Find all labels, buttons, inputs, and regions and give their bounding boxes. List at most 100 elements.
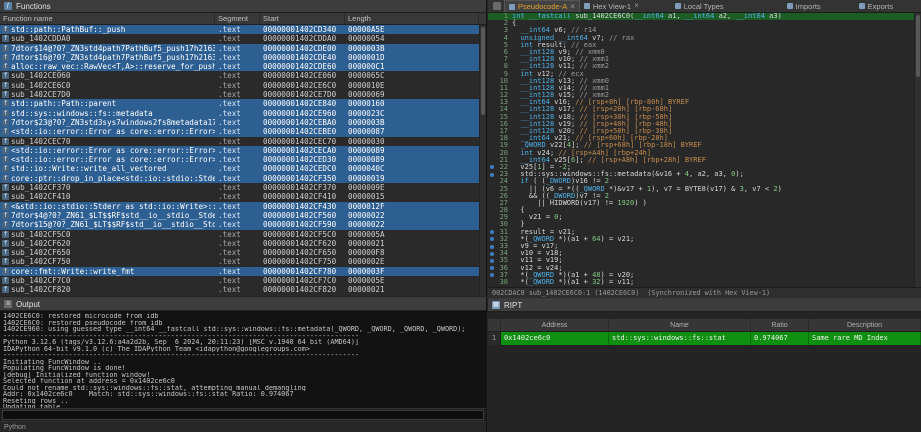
function-row[interactable]: f7dtor$16@?0?_ZN3std4path7PathBuf5_push1… [0, 53, 479, 62]
breakpoint-dot[interactable] [490, 259, 494, 263]
match-list[interactable]: 10x1402ce6c0std::sys::windows::fs::stat0… [488, 332, 921, 432]
function-row[interactable]: f<&std::io::stdio::Stderr as std::io::Wr… [0, 202, 479, 211]
functions-scrollbar[interactable] [479, 25, 486, 296]
code-line[interactable]: 29 v21 = 0; [488, 214, 914, 221]
cli-language-label[interactable]: Python [4, 424, 26, 431]
breakpoint-dot[interactable] [490, 237, 494, 241]
function-icon: f [2, 138, 9, 145]
cell-start: 00000001402CE060 [260, 71, 345, 80]
column-header-description[interactable]: Description [809, 319, 921, 331]
breakpoint-dot[interactable] [490, 173, 494, 177]
functions-titlebar[interactable]: ƒ Functions [0, 0, 486, 13]
column-header-length[interactable]: Length [345, 13, 479, 24]
function-row[interactable]: fstd::path::PathBuf::_push.text000000014… [0, 25, 479, 34]
breakpoint-dot[interactable] [490, 273, 494, 277]
function-row[interactable]: f<std::io::error::Error as core::error::… [0, 127, 479, 136]
tab-local-types[interactable]: Local Types [671, 0, 728, 12]
cell-start: 00000001402CEBE0 [260, 127, 345, 136]
function-row[interactable]: fsub_1402CE7D0.text00000001402CE7D000000… [0, 90, 479, 99]
scrollbar-thumb[interactable] [481, 27, 485, 115]
cell-start: 00000001402CEDC0 [260, 164, 345, 173]
output-log[interactable]: 1402CE6C0: restored microcode from idb14… [0, 311, 486, 408]
function-row[interactable]: fstd::path::Path::parent.text00000001402… [0, 99, 479, 108]
column-header-start[interactable]: Start [260, 13, 345, 24]
breakpoint-dot[interactable] [490, 165, 494, 169]
function-row[interactable]: fsub_1402CF7C0.text00000001402CF7C000000… [0, 276, 479, 285]
column-header-segment[interactable]: Segment [215, 13, 260, 24]
tab-imports[interactable]: Imports [783, 0, 825, 12]
cell-function-name: fsub_1402CF410 [0, 192, 215, 201]
functions-panel: ƒ Functions Function nameSegmentStartLen… [0, 0, 487, 296]
function-icon: f [2, 221, 9, 228]
function-row[interactable]: falloc::raw_vec::RawVec<T,A>::reserve_fo… [0, 62, 479, 71]
function-row[interactable]: f7dtor$4@?0?_ZN61_$LT$$RF$std__io__stdio… [0, 211, 479, 220]
cell-start: 00000001402CF750 [260, 257, 345, 266]
function-name-text: sub_1402CE6C0 [11, 81, 70, 90]
cell-length: 0000009E [345, 183, 479, 192]
function-icon: f [2, 156, 9, 163]
code-text: int __fastcall sub_1402CE6C0(__int64 a1,… [512, 13, 782, 20]
cell-function-name: fsub_1402CDDA0 [0, 34, 215, 43]
function-row[interactable]: fsub_1402CEC70.text00000001402CEC7000000… [0, 137, 479, 146]
cell-length: 0000005A [345, 230, 479, 239]
window-menu-icon[interactable] [493, 2, 501, 10]
function-row[interactable]: fstd::io::Write::write_all_vectored.text… [0, 164, 479, 173]
function-row[interactable]: f7dtor$15@?0?_ZN61_$LT$$RF$std__io__stdi… [0, 220, 479, 229]
function-row[interactable]: f7dtor$23@?0?_ZN3std3sys7windows2fs8meta… [0, 118, 479, 127]
pseudocode-view[interactable]: 1int __fastcall sub_1402CE6C0(__int64 a1… [488, 13, 914, 287]
breakpoint-dot[interactable] [490, 266, 494, 270]
cell-segment: .text [215, 99, 260, 108]
function-row[interactable]: fsub_1402CF750.text00000001402CF75000000… [0, 257, 479, 266]
function-row[interactable]: fsub_1402CDDA0.text00000001402CDDA000000… [0, 34, 479, 43]
code-line[interactable]: 27 || HIDWORD(v17) != 1920) ) [488, 200, 914, 207]
function-row[interactable]: fcore::fmt::Write::write_fmt.text0000000… [0, 267, 479, 276]
cell-length: 0000003B [345, 118, 479, 127]
function-row[interactable]: fcore::ptr::drop_in_place<std::io::stdio… [0, 174, 479, 183]
pseudocode-scrollbar[interactable] [914, 13, 921, 287]
function-name-text: std::sys::windows::fs::metadata [11, 109, 153, 118]
function-row[interactable]: fsub_1402CF370.text00000001402CF37000000… [0, 183, 479, 192]
function-row[interactable]: fsub_1402CE6C0.text00000001402CE6C000000… [0, 81, 479, 90]
tab-exports[interactable]: Exports [855, 0, 897, 12]
line-number: 8 [488, 63, 512, 70]
breakpoint-dot[interactable] [490, 245, 494, 249]
function-row[interactable]: fsub_1402CF650.text00000001402CF65000000… [0, 248, 479, 257]
cell-start: 00000001402CF780 [260, 267, 345, 276]
close-icon[interactable]: × [570, 3, 575, 11]
breakpoint-dot[interactable] [490, 230, 494, 234]
code-line[interactable]: 1int __fastcall sub_1402CE6C0(__int64 a1… [488, 13, 914, 20]
function-row[interactable]: fsub_1402CF820.text00000001402CF82000000… [0, 285, 479, 294]
cell-length: 0000002E [345, 257, 479, 266]
ida-main-window: ƒ Functions Function nameSegmentStartLen… [0, 0, 921, 432]
python-cli-input[interactable] [2, 410, 484, 420]
functions-list[interactable]: fstd::path::PathBuf::_push.text000000014… [0, 25, 486, 296]
column-header-function-name[interactable]: Function name [0, 13, 215, 24]
function-row[interactable]: fstd::sys::windows::fs::metadata.text000… [0, 109, 479, 118]
breakpoint-dot[interactable] [490, 252, 494, 256]
column-header-name[interactable]: Name [609, 319, 751, 331]
function-row[interactable]: fsub_1402CE060.text00000001402CE06000000… [0, 71, 479, 80]
cell-segment: .text [215, 155, 260, 164]
match-row[interactable]: 10x1402ce6c0std::sys::windows::fs::stat0… [488, 332, 921, 345]
close-icon[interactable]: × [634, 2, 639, 10]
function-row[interactable]: fsub_1402CF5C0.text00000001402CF5C000000… [0, 230, 479, 239]
tab-pseudocode-a[interactable]: Pseudocode-A× [504, 0, 580, 12]
function-icon: f [2, 26, 9, 33]
cell-segment: .text [215, 257, 260, 266]
cell-length: 00000015 [345, 192, 479, 201]
function-row[interactable]: fsub_1402CF410.text00000001402CF41000000… [0, 192, 479, 201]
column-header-ratio[interactable]: Ratio [751, 319, 809, 331]
cell-length: 00000021 [345, 285, 479, 294]
scrollbar-thumb[interactable] [916, 15, 920, 77]
function-row[interactable]: fsub_1402CF620.text00000001402CF62000000… [0, 239, 479, 248]
tab-hex-view-1[interactable]: Hex View-1× [580, 0, 643, 12]
match-titlebar[interactable]: ▦ RIPT [488, 299, 921, 312]
function-row[interactable]: f<std::io::error::Error as core::error::… [0, 146, 479, 155]
function-name-text: sub_1402CDDA0 [11, 34, 70, 43]
column-header-address[interactable]: Address [501, 319, 609, 331]
code-line[interactable]: 38 *(_QWORD *)(a1 + 32) = v11; [488, 279, 914, 286]
function-row[interactable]: f7dtor$14@?0?_ZN3std4path7PathBuf5_push1… [0, 44, 479, 53]
output-titlebar[interactable]: ≡ Output [0, 298, 486, 311]
cell-length: 00000089 [345, 155, 479, 164]
function-row[interactable]: f<std::io::error::Error as core::error::… [0, 155, 479, 164]
